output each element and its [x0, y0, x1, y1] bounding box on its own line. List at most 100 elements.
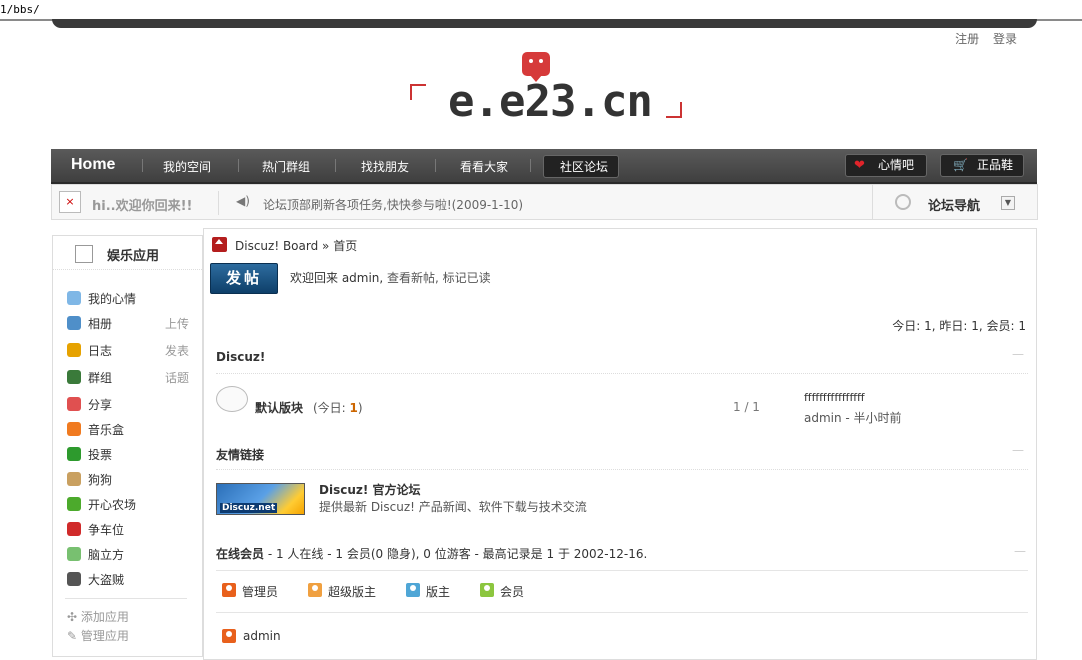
forum-nav-dropdown[interactable]: 论坛导航 ▼: [872, 185, 1037, 219]
sidebar-title: 娱乐应用: [107, 249, 160, 264]
sidebar-item-label: 群组: [88, 371, 113, 385]
sidebar-item-label: 狗狗: [88, 473, 113, 487]
app-icon: [67, 447, 81, 461]
forum-row: 默认版块 (今日: 1) 1 / 1 ffffffffffffffff admi…: [216, 384, 1028, 428]
app-icon: [67, 343, 81, 357]
sidebar-item[interactable]: 群组 话题: [67, 367, 197, 387]
sidebar-item-label: 投票: [88, 448, 113, 462]
collapse-icon[interactable]: —: [1012, 347, 1024, 361]
header-top-strip: [52, 19, 1037, 28]
sidebar-item[interactable]: 音乐盒: [67, 419, 197, 439]
sidebar-item-label: 我的心情: [88, 292, 137, 306]
new-posts-links[interactable]: 查看新帖, 标记已读: [387, 271, 491, 285]
user-group-icon: [406, 583, 420, 597]
site-logo[interactable]: e.e23.cn: [404, 50, 686, 140]
user-group-icon: [222, 583, 236, 597]
sidebar-item-label: 脑立方: [88, 548, 125, 562]
app-icon: [67, 397, 81, 411]
nav-hot-groups[interactable]: 热门群组: [262, 158, 310, 175]
sidebar-item-label: 分享: [88, 398, 113, 412]
announcement-text[interactable]: 论坛顶部刷新各项任务,快快参与啦!(2009-1-10): [263, 196, 523, 213]
collapse-icon[interactable]: —: [1012, 443, 1024, 457]
friend-link: Discuz.net Discuz! 官方论坛 提供最新 Discuz! 产品新…: [216, 481, 1028, 517]
main-nav: Home 我的空间 热门群组 找找朋友 看看大家 社区论坛 ❤ 心情吧 🛒 正品…: [51, 149, 1037, 184]
sidebar-item-label: 日志: [88, 344, 113, 358]
sidebar-header: 娱乐应用: [53, 236, 202, 270]
section-links: 友情链接 —: [216, 439, 1028, 470]
discuz-banner[interactable]: Discuz.net: [216, 483, 305, 515]
board-stats: 今日: 1, 昨日: 1, 会员: 1: [892, 319, 1026, 333]
sidebar-item-label: 相册: [88, 317, 113, 331]
register-link[interactable]: 注册: [955, 32, 979, 46]
forum-nav-label: 论坛导航: [928, 199, 981, 214]
new-post-button[interactable]: 发帖: [210, 263, 278, 294]
nav-my-space[interactable]: 我的空间: [163, 158, 211, 175]
sub-bar: × hi..欢迎你回来!! ◀) 论坛顶部刷新各项任务,快快参与啦!(2009-…: [51, 184, 1038, 220]
speaker-icon: ◀): [236, 194, 250, 208]
add-app-link[interactable]: ✣ 添加应用: [67, 608, 129, 625]
manage-app-link[interactable]: ✎ 管理应用: [67, 627, 129, 644]
app-icon: [67, 422, 81, 436]
address-bar[interactable]: 1/bbs/: [0, 0, 1082, 21]
sidebar-item[interactable]: 大盗贼: [67, 569, 197, 589]
app-icon: [67, 472, 81, 486]
sidebar-item[interactable]: 狗狗: [67, 469, 197, 489]
app-icon: [67, 497, 81, 511]
collapse-icon[interactable]: —: [1014, 544, 1026, 558]
nav-forum[interactable]: 社区论坛: [560, 158, 608, 175]
apps-icon: [75, 245, 93, 263]
section-discuz: Discuz! —: [216, 343, 1028, 374]
forum-nav-icon: [895, 194, 911, 210]
forum-status-icon: [216, 386, 248, 412]
last-post-title[interactable]: ffffffffffffffff: [804, 391, 865, 404]
sidebar-item-action[interactable]: 发表: [165, 342, 189, 359]
group-legend-label: 版主: [426, 585, 451, 599]
home-icon[interactable]: [212, 237, 227, 252]
mood-button[interactable]: ❤ 心情吧: [845, 154, 927, 177]
sidebar-item-action[interactable]: 上传: [165, 315, 189, 332]
friend-link-title[interactable]: Discuz! 官方论坛: [319, 481, 421, 498]
sidebar-item-action[interactable]: 话题: [165, 369, 189, 386]
avatar[interactable]: ×: [59, 191, 81, 213]
sidebar-item[interactable]: 相册 上传: [67, 313, 197, 333]
sidebar-item[interactable]: 分享: [67, 394, 197, 414]
user-group-icon: [480, 583, 494, 597]
top-links: 注册 登录: [945, 30, 1017, 47]
forum-name[interactable]: 默认版块: [255, 399, 303, 416]
admin-user-icon: [222, 629, 236, 643]
section-links-title: 友情链接: [216, 448, 265, 462]
nav-find-friends[interactable]: 找找朋友: [361, 158, 409, 175]
sidebar-item[interactable]: 争车位: [67, 519, 197, 539]
last-post-meta: admin - 半小时前: [804, 411, 902, 425]
section-discuz-title[interactable]: Discuz!: [216, 350, 265, 364]
sidebar-item-label: 开心农场: [88, 498, 137, 512]
chevron-down-icon[interactable]: ▼: [1001, 196, 1015, 210]
login-link[interactable]: 登录: [993, 32, 1017, 46]
forum-today: (今日: 1): [313, 401, 363, 415]
group-legend-label: 超级版主: [328, 585, 377, 599]
forum-main: Discuz! Board » 首页 发帖 欢迎回来 admin, 查看新帖, …: [203, 228, 1037, 660]
heart-icon: ❤: [854, 158, 865, 173]
sidebar-item[interactable]: 投票: [67, 444, 197, 464]
group-legend-label: 会员: [500, 585, 525, 599]
sidebar-item[interactable]: 我的心情: [67, 288, 197, 308]
group-legend-label: 管理员: [242, 585, 279, 599]
sidebar-item[interactable]: 日志 发表: [67, 340, 197, 360]
url-text: 1/bbs/: [0, 3, 40, 16]
friend-link-desc: 提供最新 Discuz! 产品新闻、软件下载与技术交流: [319, 500, 587, 514]
nav-home[interactable]: Home: [71, 156, 115, 174]
app-icon: [67, 572, 81, 586]
logo-mascot-icon: [522, 52, 550, 82]
sidebar-item[interactable]: 开心农场: [67, 494, 197, 514]
welcome-back: 欢迎回来 admin, 查看新帖, 标记已读: [290, 271, 491, 285]
logo-text: e.e23.cn: [448, 76, 653, 127]
apps-sidebar: 娱乐应用 我的心情相册 上传日志 发表群组 话题分享音乐盒投票狗狗开心农场争车位脑立方…: [52, 235, 203, 657]
shoes-button[interactable]: 🛒 正品鞋: [940, 154, 1024, 177]
nav-see-everyone[interactable]: 看看大家: [460, 158, 508, 175]
app-icon: [67, 522, 81, 536]
logo-bracket-right: [666, 102, 682, 118]
forum-post-count: 1 / 1: [733, 400, 760, 414]
sidebar-item[interactable]: 脑立方: [67, 544, 197, 564]
sidebar-item-label: 大盗贼: [88, 573, 125, 587]
user-group-icon: [308, 583, 322, 597]
